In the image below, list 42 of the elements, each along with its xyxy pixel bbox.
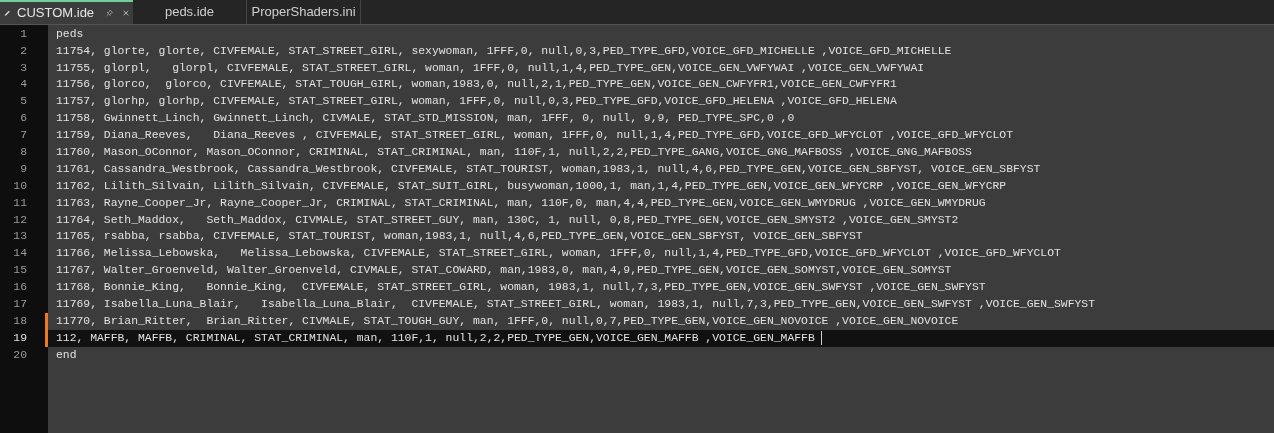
pin-icon[interactable]	[106, 7, 114, 19]
code-line: 11759, Diana_Reeves, Diana_Reeves , CIVFEMALE, STAT_STREET_GIRL, woman, 1FFF,0, null,1,4,PED_TYPE_GFD,VOICE_GFD_WFYCLOT ,VOICE_GFD_WFYCLOT	[56, 130, 1013, 142]
code-line: 11767, Walter_Groenveld, Walter_Groenveld, CIVMALE, STAT_COWARD, man,1983,0, man,4,9,PED_TYPE_GEN,VOICE_GEN_SOMYST,VOICE_GEN_SOMYST	[56, 265, 952, 277]
code-line: 11756, glorco, glorco, CIVFEMALE, STAT_TOUGH_GIRL, woman,1983,0, null,2,1,PED_TYPE_GEN,VOICE_GEN_CWFYFR1,VOICE_GEN_CWFYFR1	[56, 79, 897, 91]
code-line: 11769, Isabella_Luna_Blair, Isabella_Luna_Blair, CIVFEMALE, STAT_STREET_GIRL, woman, 1983,1, null,7,3,PED_TYPE_GEN,VOICE_GEN_SWFYST ,VOICE_GEN_SWFYST	[56, 299, 1095, 311]
code-line: 11757, glorhp, glorhp, CIVFEMALE, STAT_STREET_GIRL, woman, 1FFF,0, null,0,3,PED_TYPE_GFD,VOICE_GFD_HELENA ,VOICE_GFD_HELENA	[56, 96, 897, 108]
line-number: 2	[19, 43, 28, 59]
line-number: 17	[12, 297, 28, 312]
text-cursor	[820, 331, 822, 346]
code-line: 11763, Rayne_Cooper_Jr, Rayne_Cooper_Jr, CRIMINAL, STAT_CRIMINAL, man, 110F,0, man,4,4,PED_TYPE_GEN,VOICE_GEN_WMYDRUG ,VOICE_GEN_WMYDRUG	[56, 197, 986, 210]
code-line: end	[56, 349, 77, 362]
line-number: 5	[19, 94, 28, 110]
line-number: 9	[19, 161, 28, 177]
editor-tab[interactable]: CUSTOM.ide	[0, 0, 133, 24]
line-number: 16	[12, 280, 28, 296]
code-line: 11766, Melissa_Lebowska, Melissa_Lebowska, CIVFEMALE, STAT_STREET_GIRL, woman, 1FFF,0, null,1,4,PED_TYPE_GFD,VOICE_GFD_WFYCLOT ,VOICE_GFD_WFYCLOT	[56, 248, 1061, 260]
line-number: 14	[12, 246, 28, 262]
line-number: 10	[12, 178, 28, 194]
line-number: 13	[12, 229, 28, 245]
line-number: 12	[12, 212, 28, 228]
code-line: peds	[56, 28, 84, 41]
line-number: 6	[19, 111, 28, 127]
code-line: 11765, rsabba, rsabba, CIVFEMALE, STAT_TOURIST, woman,1983,1, null,4,6,PED_TYPE_GEN,VOICE_GEN_SBFYST, VOICE_GEN_SBFYST	[56, 231, 863, 243]
line-number: 4	[19, 77, 28, 93]
code-line: 11762, Lilith_Silvain, Lilith_Silvain, CIVFEMALE, STAT_SUIT_GIRL, busywoman,1000,1, man,1,4,PED_TYPE_GEN,VOICE_GEN_WFYCRP ,VOICE_GEN_WFYCRP	[56, 180, 1007, 193]
line-number: 7	[19, 128, 28, 144]
code-line: 11760, Mason_OConnor, Mason_OConnor, CRIMINAL, STAT_CRIMINAL, man, 110F,1, null,2,2,PED_TYPE_GANG,VOICE_GNG_MAFBOSS ,VOICE_GNG_MAFBOSS	[56, 146, 972, 159]
code-line: 11755, glorpl, glorpl, CIVFEMALE, STAT_STREET_GIRL, woman, 1FFF,0, null,1,4,PED_TYPE_GEN,VOICE_GEN_VWFYWAI ,VOICE_GEN_VWFYWAI	[56, 62, 925, 74]
line-number: 1	[19, 26, 28, 42]
code-line: 112, MAFFB, MAFFB, CRIMINAL, STAT_CRIMINAL, man, 110F,1, null,2,2,PED_TYPE_GEN,VOICE_GEN_MAFFB ,VOICE_GEN_MAFFB	[56, 332, 815, 345]
code-line: 11761, Cassandra_Westbrook, Cassandra_Westbrook, CIVFEMALE, STAT_TOURIST, woman,1983,1, null,4,6,PED_TYPE_GEN,VOICE_GEN_SBFYST, VOICE_GEN_SBFYST	[56, 163, 1041, 176]
line-number: 3	[19, 60, 28, 76]
line-number: 11	[12, 195, 28, 211]
close-icon[interactable]	[123, 8, 129, 18]
code-line: 11768, Bonnie_King, Bonnie_King, CIVFEMALE, STAT_STREET_GIRL, woman, 1983,1, null,7,3,PED_TYPE_GEN,VOICE_GEN_SWFYST ,VOICE_GEN_SWFYST	[56, 282, 986, 294]
code-line: 11754, glorte, glorte, CIVFEMALE, STAT_STREET_GIRL, sexywoman, 1FFF,0, null,0,3,PED_TYPE_GFD,VOICE_GFD_MICHELLE ,VOICE_GFD_MICHELLE	[56, 45, 952, 58]
line-number: 20	[12, 347, 28, 363]
code-line: 11764, Seth_Maddox, Seth_Maddox, CIVMALE, STAT_STREET_GUY, man, 130C, 1, null, 0,8,PED_TYPE_GEN,VOICE_GEN_SMYST2 ,VOICE_GEN_SMYST2	[56, 214, 959, 226]
code-line: 11758, Gwinnett_Linch, Gwinnett_Linch, CIVMALE, STAT_STD_MISSION, man, 1FFF, 0, null, 9,9, PED_TYPE_SPC,0 ,0	[56, 113, 795, 125]
line-number: 15	[12, 263, 28, 279]
code-line: 11770, Brian_Ritter, Brian_Ritter, CIVMALE, STAT_TOUGH_GUY, man, 1FFF,0, null,0,7,PED_TYPE_GEN,VOICE_GEN_NOVOICE ,VOICE_GEN_NOVOICE	[56, 315, 959, 328]
line-number: 8	[19, 144, 28, 160]
